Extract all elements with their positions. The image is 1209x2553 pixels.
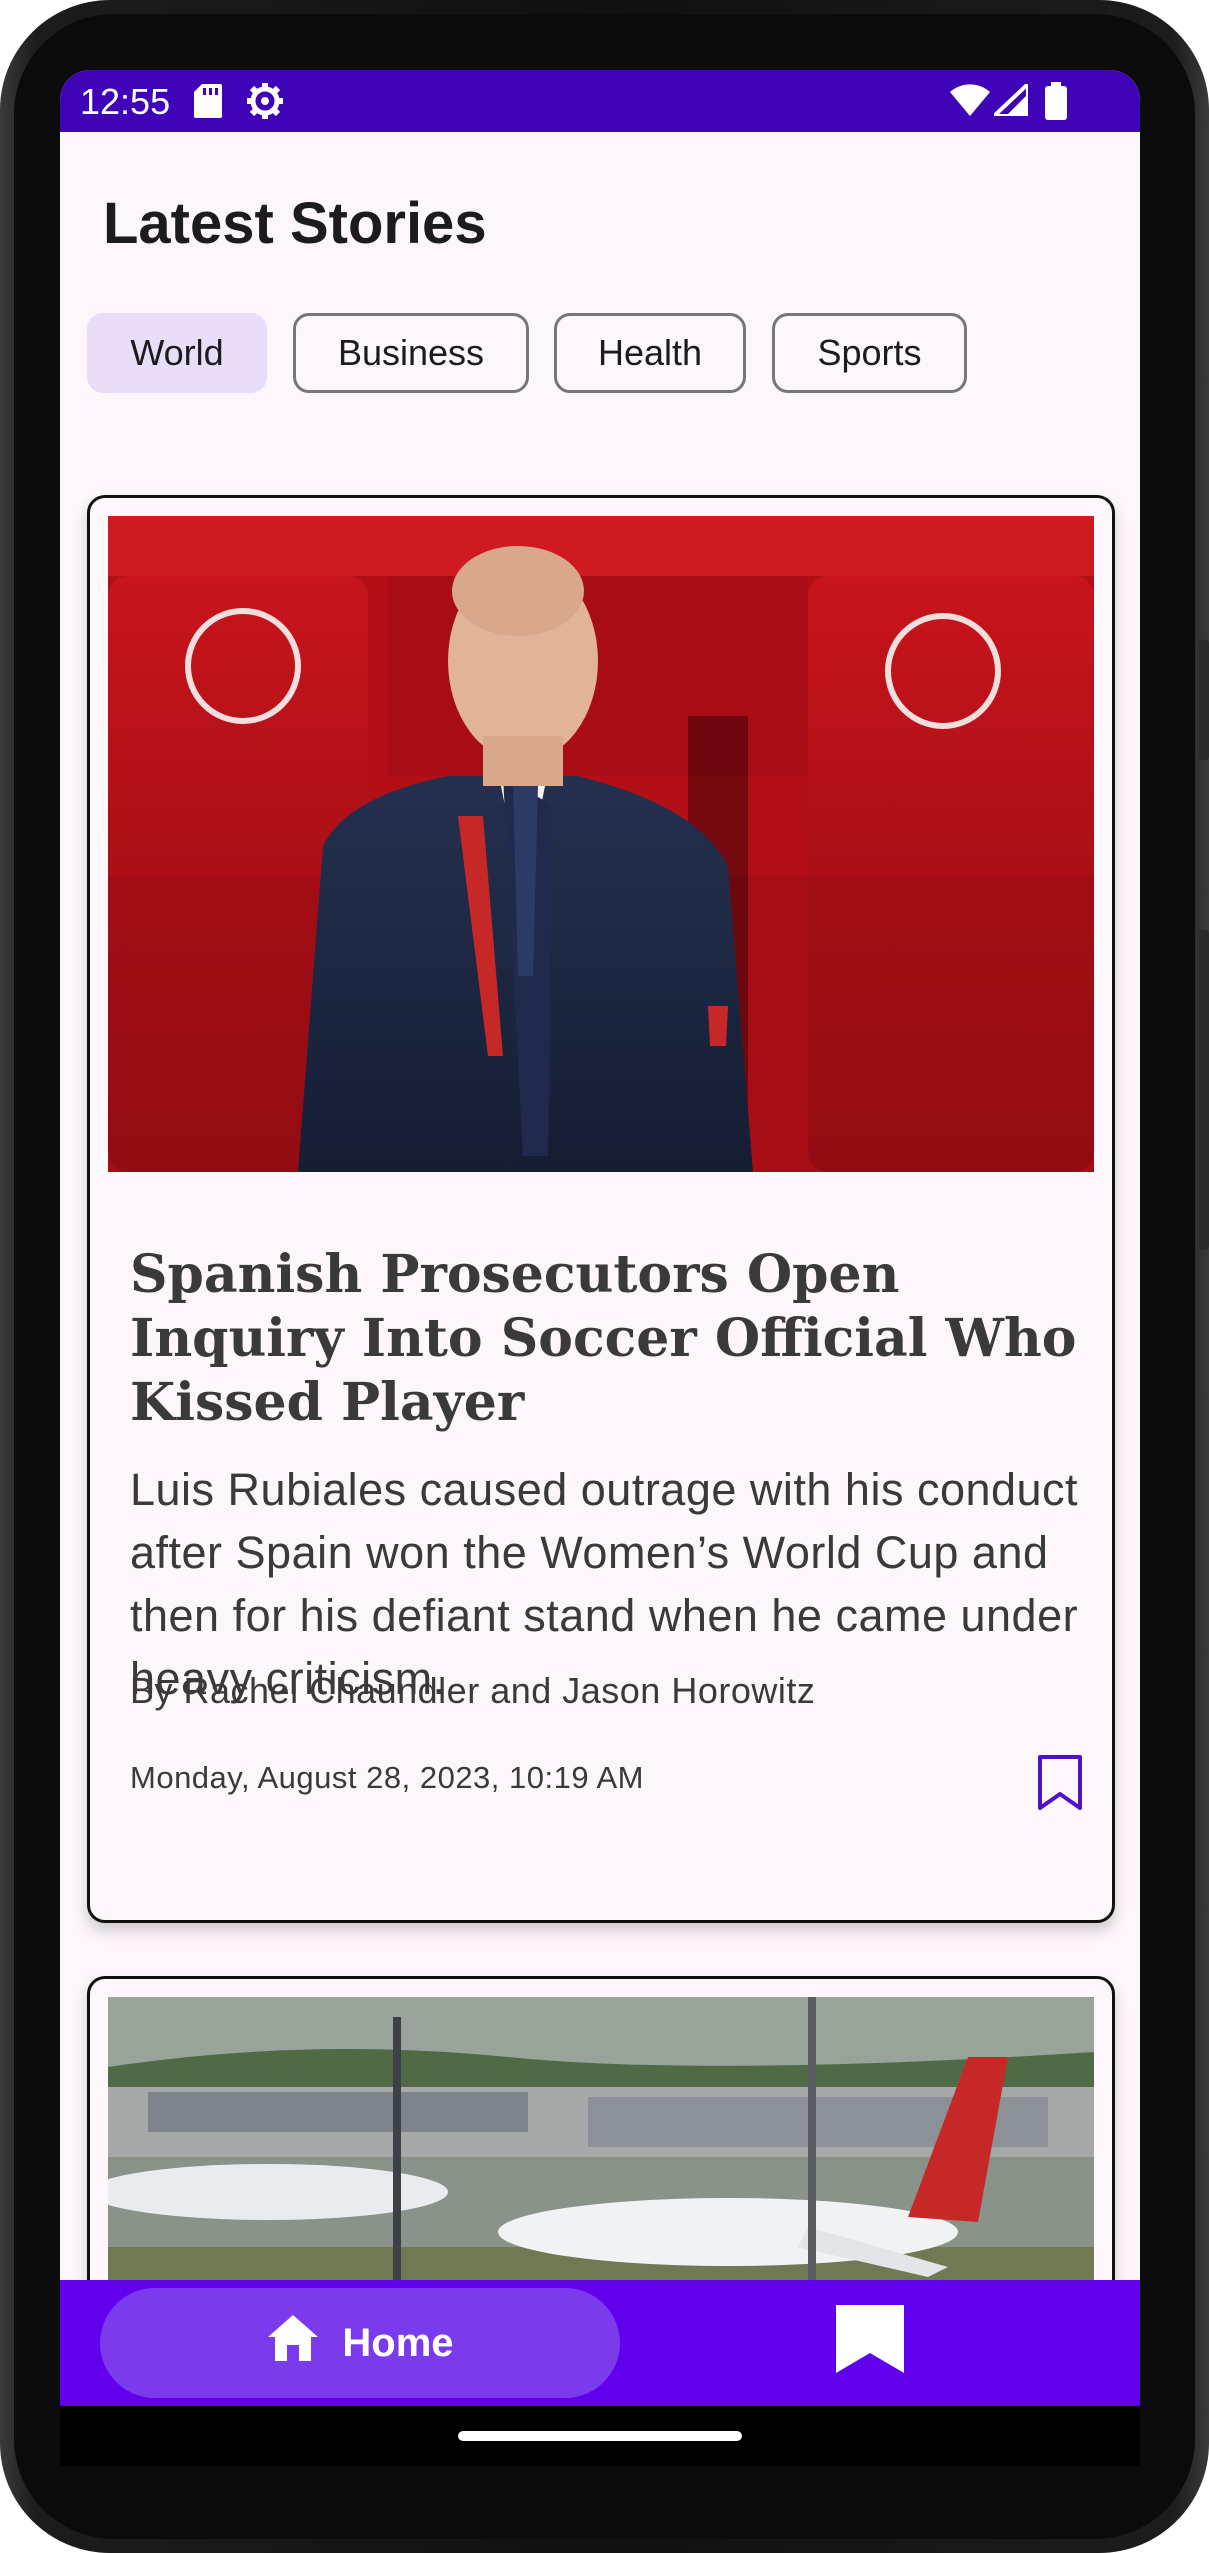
nav-home-label: Home xyxy=(342,2320,454,2365)
gear-icon xyxy=(246,82,284,125)
chip-sports[interactable]: Sports xyxy=(772,313,967,393)
app-screen: 12:55 Latest Stories World Business Heal… xyxy=(60,70,1140,2416)
chip-business[interactable]: Business xyxy=(293,313,529,393)
status-bar: 12:55 xyxy=(60,70,1140,132)
story-image xyxy=(108,516,1094,1172)
wifi-icon xyxy=(950,84,990,121)
story-headline[interactable]: Spanish Prosecutors Open Inquiry Into So… xyxy=(130,1243,1080,1435)
signal-icon xyxy=(988,79,1030,121)
story-date: Monday, August 28, 2023, 10:19 AM xyxy=(130,1760,644,1795)
story-card[interactable]: Spanish Prosecutors Open Inquiry Into So… xyxy=(87,495,1115,1923)
nav-home-button[interactable]: Home xyxy=(100,2288,620,2398)
nav-saved-button[interactable] xyxy=(830,2302,910,2382)
page-title: Latest Stories xyxy=(103,191,487,256)
battery-icon xyxy=(1045,82,1067,125)
power-button xyxy=(1199,930,1209,1250)
chip-world[interactable]: World xyxy=(87,313,267,393)
bottom-navigation: Home xyxy=(60,2280,1140,2406)
home-icon xyxy=(266,2313,320,2373)
chip-health[interactable]: Health xyxy=(554,313,746,393)
volume-button xyxy=(1199,640,1209,760)
sd-card-icon xyxy=(194,84,222,123)
status-time: 12:55 xyxy=(80,81,171,122)
bookmark-outline-icon[interactable] xyxy=(1030,1752,1090,1814)
gesture-handle[interactable] xyxy=(458,2431,742,2441)
story-byline: By Rachel Chaundler and Jason Horowitz xyxy=(130,1670,816,1711)
bookmark-filled-icon xyxy=(834,2304,906,2380)
